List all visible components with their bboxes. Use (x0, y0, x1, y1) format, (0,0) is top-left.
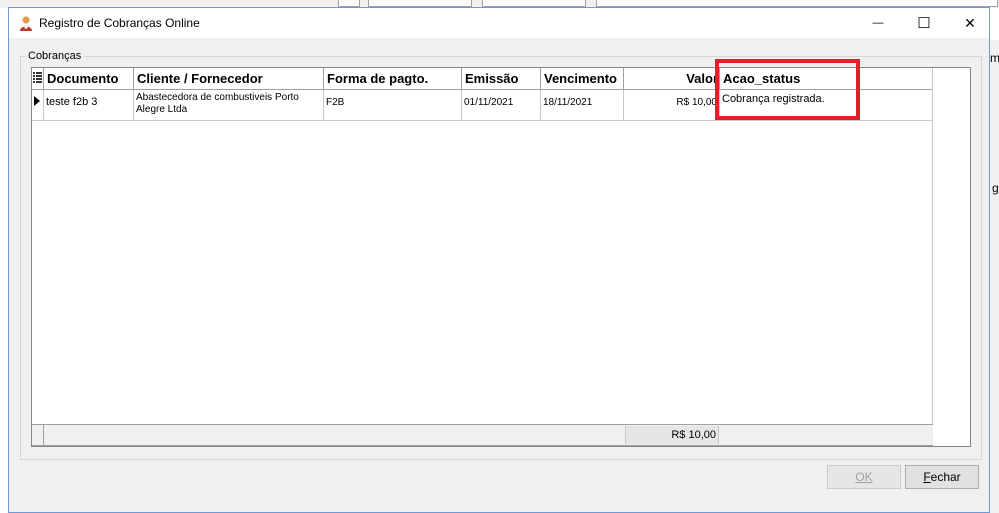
parent-tab (482, 0, 586, 7)
cell-cliente-line1: Abastecedora de combustiveis Porto (136, 92, 299, 103)
grid-footer: R$ 10,00 (32, 424, 933, 446)
grid-right-divider (932, 68, 933, 424)
registro-cobrancas-window: Registro de Cobranças Online — ☐ ✕ Cobra… (8, 7, 990, 513)
minimize-icon: — (872, 17, 884, 29)
cell-vencimento[interactable]: 18/11/2021 (541, 90, 624, 121)
column-header-emissao[interactable]: Emissão (462, 68, 541, 90)
title-bar[interactable]: Registro de Cobranças Online — ☐ ✕ (9, 8, 989, 38)
fechar-mnemonic: F (923, 470, 931, 484)
parent-text-fragment: g (992, 181, 999, 195)
row-indicator-icon (32, 90, 44, 121)
close-icon: ✕ (964, 14, 976, 31)
cobrancas-grid[interactable]: Documento Cliente / Fornecedor Forma de … (31, 67, 971, 447)
cell-cliente-line2: Alegre Ltda (136, 104, 188, 115)
user-icon (20, 16, 32, 31)
ok-button[interactable]: OK (827, 465, 901, 489)
window-title: Registro de Cobranças Online (39, 16, 200, 30)
parent-tab (338, 0, 360, 7)
cell-emissao[interactable]: 01/11/2021 (462, 90, 541, 121)
cell-documento[interactable]: teste f2b 3 (44, 90, 134, 121)
maximize-button[interactable]: ☐ (901, 8, 947, 38)
parent-tab (596, 0, 998, 7)
cell-forma-pagto[interactable]: F2B (324, 90, 462, 121)
column-header-vencimento[interactable]: Vencimento (541, 68, 624, 90)
cell-valor[interactable]: R$ 10,00 (624, 90, 720, 121)
highlight-box (715, 59, 860, 120)
fechar-button[interactable]: Fechar (905, 465, 979, 489)
cobrancas-group-label: Cobranças (25, 50, 85, 62)
footer-indicator (32, 425, 44, 445)
cell-cliente[interactable]: Abastecedora de combustiveis Porto Alegr… (134, 90, 324, 121)
close-button[interactable]: ✕ (947, 8, 993, 38)
parent-tab (368, 0, 472, 7)
parent-text-fragment: m (990, 51, 999, 65)
column-header-valor[interactable]: Valor (624, 68, 720, 90)
minimize-button[interactable]: — (855, 8, 901, 38)
column-selector-icon[interactable] (32, 68, 44, 90)
column-header-documento[interactable]: Documento (44, 68, 134, 90)
maximize-icon: ☐ (917, 15, 931, 32)
fechar-button-label: echar (930, 470, 961, 484)
footer-total-valor: R$ 10,00 (625, 426, 719, 444)
column-header-forma-pagto[interactable]: Forma de pagto. (324, 68, 462, 90)
ok-button-label: OK (855, 470, 873, 484)
column-header-cliente[interactable]: Cliente / Fornecedor (134, 68, 324, 90)
